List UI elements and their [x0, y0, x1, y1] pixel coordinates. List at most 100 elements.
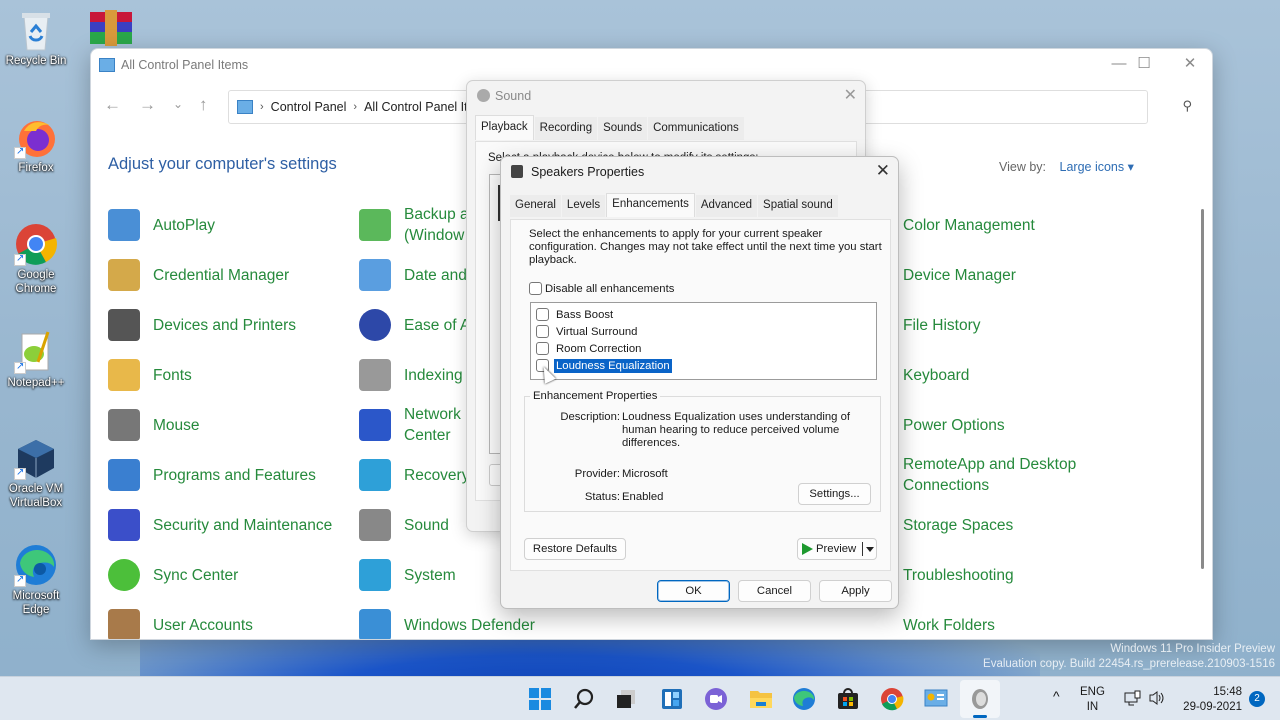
control-panel-item-icon [108, 209, 140, 241]
enhancement-item[interactable]: Bass Boost [531, 306, 876, 323]
window-title: All Control Panel Items [121, 58, 249, 72]
control-panel-item[interactable]: Mouse [108, 405, 200, 445]
control-panel-item-icon [359, 209, 391, 241]
control-panel-item[interactable]: Network Center [359, 405, 461, 445]
control-panel-item[interactable]: Devices and Printers [108, 305, 296, 345]
notification-badge[interactable]: 2 [1249, 691, 1265, 707]
checkbox[interactable] [536, 308, 549, 321]
close-icon[interactable]: ✕ [844, 85, 857, 105]
control-panel-item[interactable]: Troubleshooting [903, 555, 1014, 595]
tab-playback[interactable]: Playback [475, 115, 534, 140]
tab-communications[interactable]: Communications [648, 117, 744, 140]
view-by-dropdown[interactable]: Large icons ▾ [1060, 160, 1134, 174]
tab-general[interactable]: General [510, 195, 561, 217]
desktop-icon-firefox[interactable]: Firefox [0, 115, 72, 175]
settings-button[interactable]: Settings... [798, 483, 871, 505]
sound-icon[interactable] [968, 687, 992, 711]
enhancement-item[interactable]: Room Correction [531, 340, 876, 357]
checkbox[interactable] [536, 325, 549, 338]
close-button[interactable]: ✕ [1167, 55, 1212, 83]
breadcrumb-control-panel[interactable]: Control Panel [271, 100, 347, 114]
control-panel-item[interactable]: RemoteApp and Desktop Connections [903, 455, 1093, 495]
network-icon[interactable] [1124, 690, 1142, 711]
control-panel-item-label: Fonts [153, 366, 192, 384]
winrar-icon[interactable] [88, 10, 134, 46]
back-button[interactable]: ← [104, 95, 121, 115]
desktop-icon-edge[interactable]: Microsoft Edge [0, 543, 72, 617]
control-panel-item[interactable]: Credential Manager [108, 255, 289, 295]
enhancement-item-selected[interactable]: Loudness Equalization [531, 357, 876, 374]
search-icon[interactable]: ⚲ [1182, 98, 1192, 114]
control-panel-item[interactable]: Sound [359, 505, 449, 545]
desktop-icon-notepadpp[interactable]: Notepad++ [0, 330, 72, 390]
control-panel-item[interactable]: Work Folders [903, 605, 995, 639]
control-panel-titlebar[interactable]: All Control Panel Items [91, 49, 1212, 81]
task-view-icon[interactable] [614, 687, 638, 711]
control-panel-item[interactable]: Sync Center [108, 555, 238, 595]
control-panel-item[interactable]: Keyboard [903, 355, 969, 395]
file-explorer-icon[interactable] [749, 687, 773, 711]
control-panel-item[interactable]: System [359, 555, 456, 595]
tab-spatial-sound[interactable]: Spatial sound [758, 195, 838, 217]
volume-icon[interactable] [1148, 690, 1166, 711]
store-icon[interactable] [836, 687, 860, 711]
tab-sounds[interactable]: Sounds [598, 117, 648, 140]
search-icon[interactable] [572, 687, 596, 711]
tab-recording[interactable]: Recording [534, 117, 598, 140]
control-panel-item[interactable]: Security and Maintenance [108, 505, 332, 545]
checkbox[interactable] [529, 282, 542, 295]
cancel-button[interactable]: Cancel [738, 580, 811, 602]
checkbox[interactable] [536, 342, 549, 355]
control-panel-item[interactable]: Programs and Features [108, 455, 316, 495]
control-panel-item[interactable]: User Accounts [108, 605, 253, 639]
control-panel-item[interactable]: Device Manager [903, 255, 1016, 295]
control-panel-item[interactable]: Power Options [903, 405, 1005, 445]
chrome-icon[interactable] [880, 687, 904, 711]
dropdown-arrow-icon[interactable] [866, 546, 875, 552]
edge-icon[interactable] [792, 687, 816, 711]
forward-button[interactable]: → [139, 95, 156, 115]
control-panel-item[interactable]: Color Management [903, 205, 1035, 245]
clock[interactable]: 15:48 29-09-2021 [1178, 685, 1242, 715]
preview-button[interactable]: Preview [797, 538, 877, 560]
enhancement-label: Loudness Equalization [554, 358, 672, 373]
apply-button[interactable]: Apply [819, 580, 892, 602]
language-indicator[interactable]: ENG IN [1080, 685, 1105, 715]
enhancement-item[interactable]: Virtual Surround [531, 323, 876, 340]
control-panel-item[interactable]: Fonts [108, 355, 192, 395]
teams-chat-icon[interactable] [704, 687, 728, 711]
scrollbar[interactable] [1201, 209, 1204, 569]
widgets-icon[interactable] [660, 687, 684, 711]
up-button[interactable]: ↑ [199, 95, 208, 115]
enhancements-list[interactable]: Bass Boost Virtual Surround Room Correct… [530, 302, 877, 380]
control-panel-item[interactable]: Date and [359, 255, 467, 295]
control-panel-item[interactable]: Storage Spaces [903, 505, 1013, 545]
maximize-button[interactable]: ☐ [1121, 55, 1167, 83]
tab-enhancements[interactable]: Enhancements [606, 193, 695, 217]
start-icon[interactable] [528, 687, 552, 711]
control-panel-item[interactable]: Backup ar (Window [359, 205, 474, 245]
ok-button[interactable]: OK [657, 580, 730, 602]
control-panel-item[interactable]: Windows Defender [359, 605, 535, 639]
show-hidden-icons-button[interactable]: ^ [1053, 689, 1060, 704]
disable-all-checkbox[interactable]: Disable all enhancements [529, 282, 674, 295]
group-legend: Enhancement Properties [530, 390, 661, 402]
recent-locations-button[interactable]: ⌄ [173, 97, 183, 111]
control-panel-item[interactable]: Indexing [359, 355, 463, 395]
tab-advanced[interactable]: Advanced [695, 195, 758, 217]
control-panel-item[interactable]: Recovery [359, 455, 469, 495]
watermark-line-2: Evaluation copy. Build 22454.rs_prerelea… [983, 658, 1275, 670]
desktop-icon-chrome[interactable]: Google Chrome [0, 222, 72, 296]
breadcrumb-all-items[interactable]: All Control Panel It [364, 100, 468, 114]
desktop-icon-virtualbox[interactable]: Oracle VM VirtualBox [0, 436, 72, 510]
restore-defaults-button[interactable]: Restore Defaults [524, 538, 626, 560]
desktop-icon-label: Recycle Bin [5, 55, 67, 67]
control-panel-icon[interactable] [924, 687, 948, 711]
control-panel-item-label: Ease of A [404, 316, 471, 334]
tab-levels[interactable]: Levels [561, 195, 606, 217]
control-panel-item[interactable]: File History [903, 305, 981, 345]
desktop-icon-recycle-bin[interactable]: Recycle Bin [0, 8, 72, 68]
control-panel-item[interactable]: AutoPlay [108, 205, 215, 245]
close-icon[interactable]: ✕ [876, 161, 890, 181]
control-panel-item[interactable]: Ease of A [359, 305, 470, 345]
